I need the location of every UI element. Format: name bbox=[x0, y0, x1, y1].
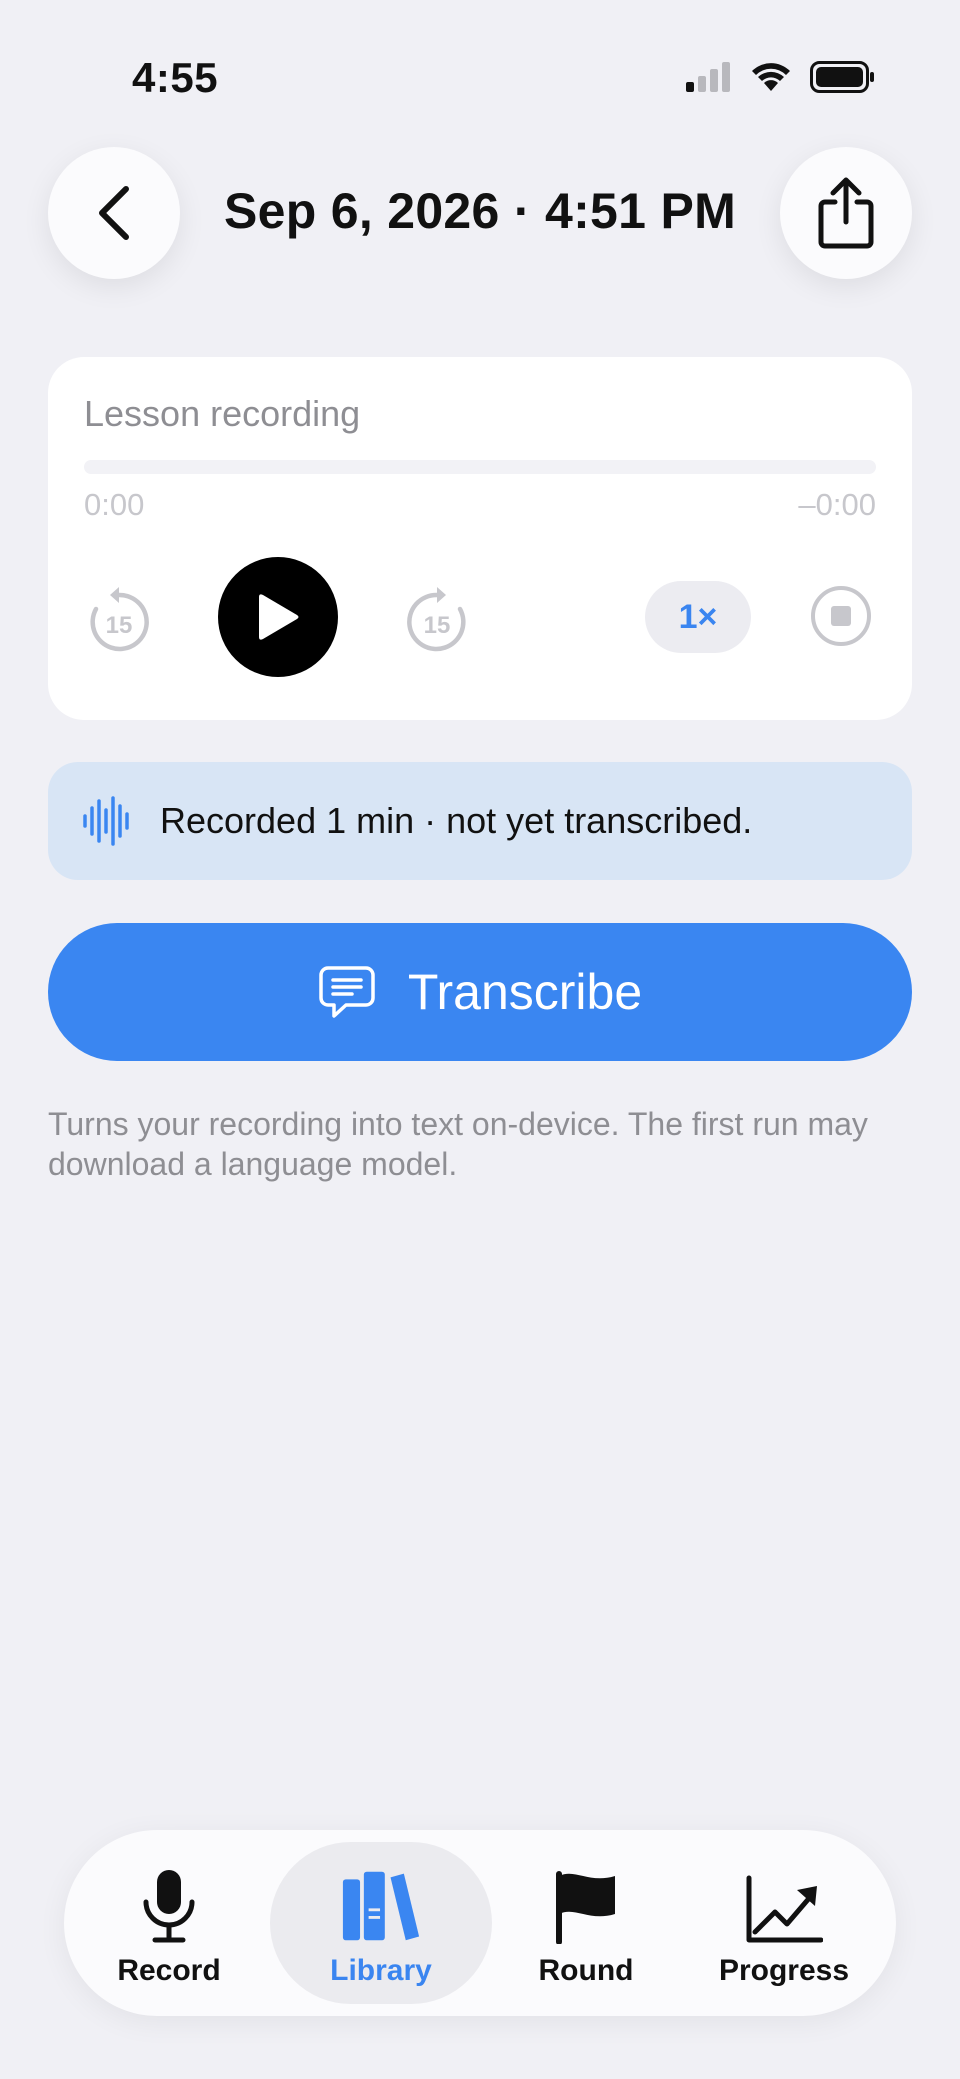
wifi-icon bbox=[752, 63, 790, 91]
share-icon bbox=[818, 177, 874, 249]
playback-scrubber[interactable] bbox=[84, 460, 876, 474]
share-button[interactable] bbox=[780, 147, 912, 279]
recording-title: Lesson recording bbox=[84, 393, 361, 434]
tab-round-label: Round bbox=[538, 1954, 634, 1987]
skip-forward-15-icon: 15 bbox=[407, 587, 466, 652]
stop-icon bbox=[811, 586, 871, 646]
tab-progress[interactable]: Progress bbox=[684, 1842, 884, 2004]
remaining-time: –0:00 bbox=[798, 487, 876, 522]
back-button[interactable] bbox=[48, 147, 180, 279]
flag-icon bbox=[556, 1871, 615, 1944]
tab-record-label: Record bbox=[117, 1954, 221, 1987]
status-icons bbox=[686, 60, 876, 94]
mic-icon bbox=[143, 1870, 195, 1943]
transcribe-label: Transcribe bbox=[407, 964, 643, 1020]
tab-library-label: Library bbox=[330, 1954, 432, 1987]
page-title: Sep 6, 2026 · 4:51 PM bbox=[223, 183, 737, 239]
skip-forward-seconds: 15 bbox=[424, 612, 451, 639]
skip-forward-button[interactable]: 15 bbox=[402, 585, 472, 655]
speech-bubble-icon bbox=[319, 966, 375, 1018]
banner-text: Recorded 1 min · not yet transcribed. bbox=[160, 800, 753, 841]
elapsed-time: 0:00 bbox=[84, 487, 145, 522]
skip-back-button[interactable]: 15 bbox=[84, 585, 154, 655]
transcribe-button[interactable]: Transcribe bbox=[48, 923, 912, 1061]
player-card: Lesson recording 0:00 –0:00 15 15 1× bbox=[48, 357, 912, 720]
tab-bar: Record Library Round Progress bbox=[64, 1830, 896, 2016]
skip-back-15-icon: 15 bbox=[90, 587, 149, 652]
skip-back-seconds: 15 bbox=[106, 612, 133, 639]
chart-line-icon bbox=[746, 1875, 823, 1943]
battery-icon bbox=[810, 61, 874, 93]
transcribe-helper-text: Turns your recording into text on-device… bbox=[48, 1106, 868, 1182]
tab-record[interactable]: Record bbox=[84, 1842, 254, 2004]
tab-library[interactable]: Library bbox=[270, 1842, 492, 2004]
playback-speed-button[interactable]: 1× bbox=[645, 581, 751, 653]
status-time: 4:55 bbox=[132, 54, 219, 101]
tab-progress-label: Progress bbox=[718, 1954, 850, 1987]
books-icon bbox=[342, 1871, 420, 1941]
transcription-status-banner: Recorded 1 min · not yet transcribed. bbox=[48, 762, 912, 880]
tab-round[interactable]: Round bbox=[496, 1842, 676, 2004]
cellular-signal-icon bbox=[686, 62, 730, 92]
stop-button[interactable] bbox=[810, 585, 872, 647]
waveform-icon bbox=[83, 796, 129, 846]
play-icon bbox=[259, 594, 299, 640]
chevron-left-icon bbox=[99, 186, 129, 240]
play-button[interactable] bbox=[218, 557, 338, 677]
